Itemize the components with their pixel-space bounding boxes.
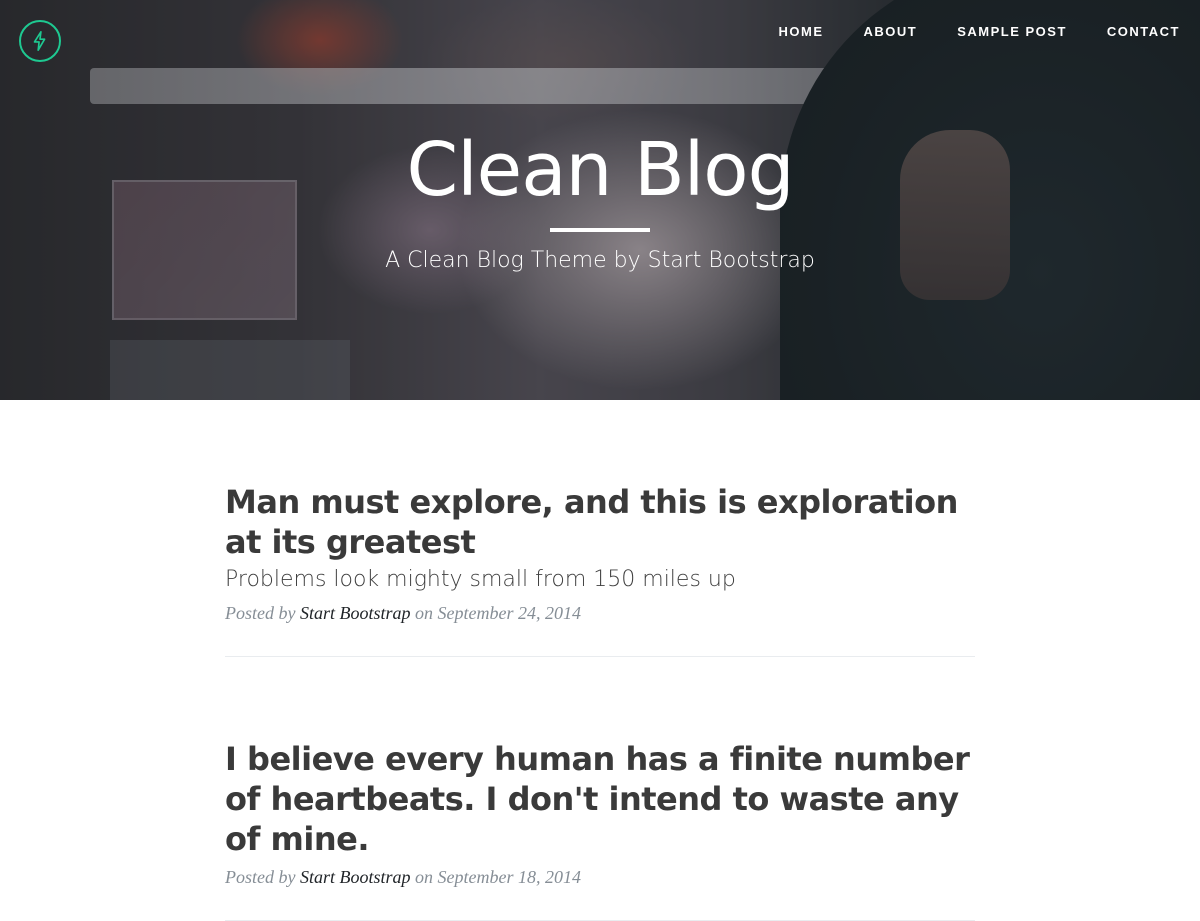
post-meta: Posted by Start Bootstrap on September 1… xyxy=(225,867,975,888)
nav-item-about: ABOUT xyxy=(864,21,918,40)
site-title: Clean Blog xyxy=(406,127,794,213)
masthead: HOME ABOUT SAMPLE POST CONTACT Clean Blo… xyxy=(0,0,1200,400)
post-author-link[interactable]: Start Bootstrap xyxy=(300,603,411,623)
nav-link-about[interactable]: ABOUT xyxy=(864,24,918,39)
main-navbar: HOME ABOUT SAMPLE POST CONTACT xyxy=(0,0,1200,62)
nav-item-contact: CONTACT xyxy=(1107,21,1180,40)
post-link[interactable]: I believe every human has a finite numbe… xyxy=(225,739,975,859)
post-meta: Posted by Start Bootstrap on September 2… xyxy=(225,603,975,624)
post-date: September 24, 2014 xyxy=(437,603,581,623)
lightning-bolt-icon xyxy=(33,31,46,51)
post-preview: Man must explore, and this is exploratio… xyxy=(225,400,975,624)
nav-item-home: HOME xyxy=(779,21,824,40)
brand-logo[interactable] xyxy=(19,20,61,62)
nav-link-home[interactable]: HOME xyxy=(779,24,824,39)
post-meta-on: on xyxy=(415,867,433,887)
post-meta-prefix: Posted by xyxy=(225,603,296,623)
post-title: Man must explore, and this is exploratio… xyxy=(225,483,958,561)
post-date: September 18, 2014 xyxy=(437,867,581,887)
site-subtitle: A Clean Blog Theme by Start Bootstrap xyxy=(385,248,815,273)
post-meta-prefix: Posted by xyxy=(225,867,296,887)
post-author-link[interactable]: Start Bootstrap xyxy=(300,867,411,887)
site-heading: Clean Blog A Clean Blog Theme by Start B… xyxy=(0,128,1200,276)
nav-link-sample-post[interactable]: SAMPLE POST xyxy=(957,24,1067,39)
post-meta-on: on xyxy=(415,603,433,623)
nav-item-sample-post: SAMPLE POST xyxy=(957,21,1067,40)
nav-link-contact[interactable]: CONTACT xyxy=(1107,24,1180,39)
post-preview: I believe every human has a finite numbe… xyxy=(225,657,975,888)
heading-divider xyxy=(550,228,650,232)
post-list: Man must explore, and this is exploratio… xyxy=(225,400,975,921)
post-title: I believe every human has a finite numbe… xyxy=(225,740,970,858)
nav-links: HOME ABOUT SAMPLE POST CONTACT xyxy=(739,21,1181,40)
post-link[interactable]: Man must explore, and this is exploratio… xyxy=(225,482,975,595)
post-subtitle: Problems look mighty small from 150 mile… xyxy=(225,567,736,592)
